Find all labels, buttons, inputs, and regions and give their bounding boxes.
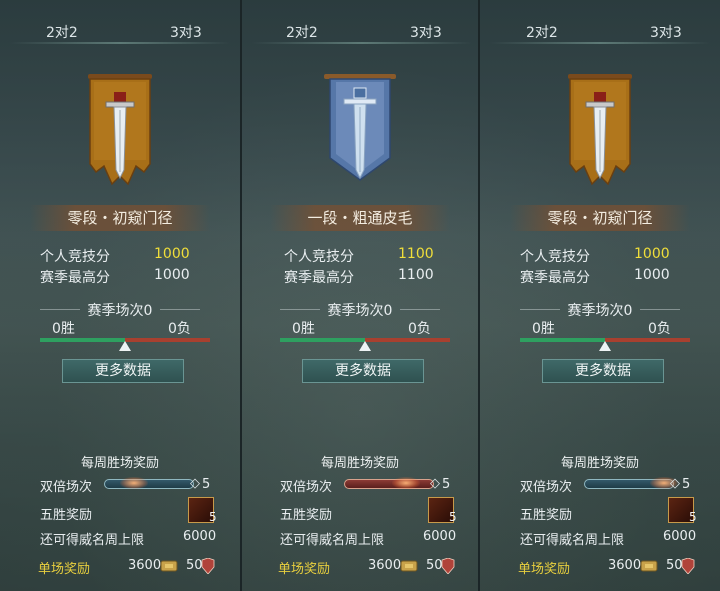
weekly-cap-label: 还可得威名周上限	[520, 533, 625, 548]
more-data-button[interactable]: 更多数据	[62, 359, 184, 383]
season-high-value: 1000	[634, 267, 670, 283]
wins-count: 0胜	[292, 321, 315, 337]
losses-count: 0负	[408, 321, 431, 337]
season-divider-right	[160, 309, 200, 310]
tab-3v3[interactable]: 3对3	[170, 22, 202, 42]
season-high-row: 赛季最高分 1100	[284, 267, 444, 287]
more-data-button[interactable]: 更多数据	[302, 359, 424, 383]
five-win-label: 五胜奖励	[280, 508, 333, 523]
double-matches-count: 5	[202, 477, 211, 492]
coin-icon	[640, 560, 658, 572]
weekly-reward-title: 每周胜场奖励	[560, 456, 639, 471]
personal-score-label: 个人竞技分	[284, 249, 354, 265]
season-high-label: 赛季最高分	[284, 270, 354, 286]
tab-2v2[interactable]: 2对2	[286, 22, 318, 42]
wins-count: 0胜	[532, 321, 555, 337]
season-high-value: 1000	[154, 267, 190, 283]
personal-score-label: 个人竞技分	[520, 249, 590, 265]
honor-shield-icon	[681, 558, 695, 574]
tab-2v2[interactable]: 2对2	[46, 22, 78, 42]
double-arrow-icon: ◇	[670, 476, 680, 491]
single-coin-value: 3600	[368, 558, 402, 573]
tab-divider	[252, 42, 472, 44]
personal-score-row: 个人竞技分 1100	[284, 246, 444, 266]
coin-icon	[160, 560, 178, 572]
tab-2v2[interactable]: 2对2	[526, 22, 558, 42]
weekly-cap-value: 6000	[183, 529, 217, 544]
weekly-cap-value: 6000	[663, 529, 697, 544]
coin-icon	[400, 560, 418, 572]
blue-sword-banner-icon	[324, 72, 396, 192]
tab-3v3[interactable]: 3对3	[410, 22, 442, 42]
five-win-label: 五胜奖励	[40, 508, 93, 523]
season-divider-right	[400, 309, 440, 310]
personal-score-value: 1000	[154, 246, 190, 262]
tab-3v3[interactable]: 3对3	[650, 22, 682, 42]
season-high-value: 1100	[398, 267, 434, 283]
five-win-label: 五胜奖励	[520, 508, 573, 523]
weekly-cap-label: 还可得威名周上限	[40, 533, 145, 548]
tab-divider	[490, 42, 710, 44]
double-matches-count: 5	[682, 477, 691, 492]
five-win-count: 5	[689, 510, 697, 524]
tab-divider	[10, 42, 230, 44]
personal-score-value: 1100	[398, 246, 434, 262]
rank-title: 零段・初窥门径	[510, 205, 690, 231]
season-matches: 赛季场次0	[87, 303, 153, 319]
single-coin-value: 3600	[608, 558, 642, 573]
honor-shield-icon	[201, 558, 215, 574]
weekly-reward-title: 每周胜场奖励	[80, 456, 159, 471]
win-loss-marker	[599, 341, 611, 351]
win-loss-marker	[359, 341, 371, 351]
single-reward-label: 单场奖励	[518, 562, 571, 577]
personal-score-label: 个人竞技分	[40, 249, 110, 265]
honor-shield-icon	[441, 558, 455, 574]
five-win-count: 5	[209, 510, 217, 524]
season-matches: 赛季场次0	[567, 303, 633, 319]
personal-score-value: 1000	[634, 246, 670, 262]
season-matches: 赛季场次0	[327, 303, 393, 319]
season-high-row: 赛季最高分 1000	[40, 267, 200, 287]
double-arrow-icon: ◇	[190, 476, 200, 491]
arena-panel-3: 2对2 3对3 零段・初窥门径 个人竞技分 1000 赛季最高分 1000 赛季…	[480, 0, 720, 591]
wins-count: 0胜	[52, 321, 75, 337]
losses-count: 0负	[648, 321, 671, 337]
personal-score-row: 个人竞技分 1000	[40, 246, 200, 266]
arena-panel-1: 2对2 3对3 零段・初窥门径 个人竞技分 1000 赛季最高分 1000 赛季…	[0, 0, 240, 591]
season-high-row: 赛季最高分 1000	[520, 267, 680, 287]
weekly-cap-value: 6000	[423, 529, 457, 544]
mode-tabs: 2对2 3对3	[242, 0, 478, 44]
season-high-label: 赛季最高分	[520, 270, 590, 286]
double-matches-bar	[344, 479, 434, 489]
double-matches-count: 5	[442, 477, 451, 492]
double-arrow-icon: ◇	[430, 476, 440, 491]
weekly-cap-label: 还可得威名周上限	[280, 533, 385, 548]
weekly-reward-title: 每周胜场奖励	[320, 456, 399, 471]
double-bar-glow	[392, 477, 420, 489]
arena-panel-2: 2对2 3对3 一段・粗通皮毛 个人竞技分 1100 赛季最高分 1100 赛季…	[240, 0, 480, 591]
season-divider-right	[640, 309, 680, 310]
mode-tabs: 2对2 3对3	[0, 0, 240, 44]
five-win-count: 5	[449, 510, 457, 524]
single-coin-value: 3600	[128, 558, 162, 573]
gold-sword-banner-icon	[564, 72, 636, 192]
double-matches-label: 双倍场次	[280, 480, 333, 495]
single-reward-label: 单场奖励	[38, 562, 91, 577]
gold-sword-banner-icon	[84, 72, 156, 192]
rank-title: 零段・初窥门径	[30, 205, 210, 231]
season-high-label: 赛季最高分	[40, 270, 110, 286]
double-matches-bar	[104, 479, 194, 489]
personal-score-row: 个人竞技分 1000	[520, 246, 680, 266]
more-data-button[interactable]: 更多数据	[542, 359, 664, 383]
losses-count: 0负	[168, 321, 191, 337]
rank-title: 一段・粗通皮毛	[270, 205, 450, 231]
win-loss-marker	[119, 341, 131, 351]
double-matches-label: 双倍场次	[40, 480, 93, 495]
mode-tabs: 2对2 3对3	[480, 0, 720, 44]
double-bar-glow	[120, 477, 148, 489]
double-matches-label: 双倍场次	[520, 480, 573, 495]
single-reward-label: 单场奖励	[278, 562, 331, 577]
